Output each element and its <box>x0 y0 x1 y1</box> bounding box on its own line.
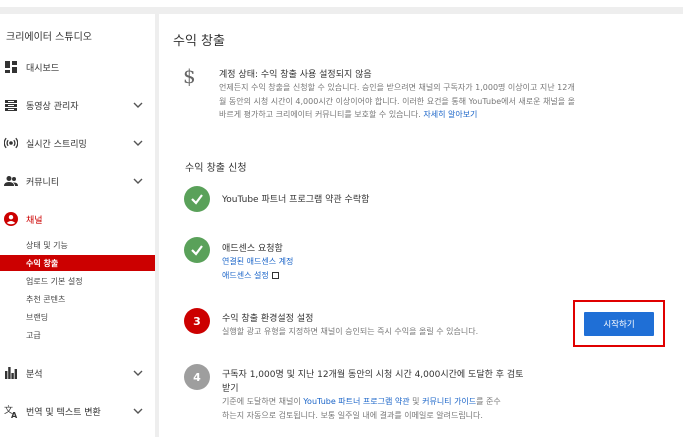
step-3-number: 3 <box>184 308 210 334</box>
sidebar-subitem-status[interactable]: 상태 및 기능 <box>0 237 155 253</box>
community-icon <box>3 173 19 189</box>
chevron-down-icon <box>133 408 143 414</box>
step-4-description-line-1: 기준에 도달하면 채널이 YouTube 파트너 프로그램 약관 및 커뮤니티 … <box>222 396 501 407</box>
dashboard-icon <box>3 59 19 75</box>
step-2-check-icon <box>184 237 210 263</box>
sidebar-subitem-label: 수익 창출 <box>26 258 59 268</box>
live-streaming-icon <box>3 135 19 151</box>
translate-icon: 文A <box>3 403 19 419</box>
sidebar-item-channel[interactable]: 채널 <box>0 208 155 230</box>
sidebar-subitem-label: 추천 콘텐츠 <box>26 294 66 304</box>
external-link-icon <box>271 272 279 279</box>
step-1-check-icon <box>184 186 210 212</box>
sidebar-item-label: 번역 및 텍스트 변환 <box>26 407 101 418</box>
step-4-description-line-2: 하는지 자동으로 검토됩니다. 보통 일주일 내에 결과를 이메일로 알려드립니… <box>222 411 483 420</box>
sidebar-subitem-branding[interactable]: 브랜딩 <box>0 309 155 325</box>
adsense-settings-label: 애드센스 설정 <box>222 271 269 280</box>
apply-section-title: 수익 창출 신청 <box>185 163 247 174</box>
studio-title: 크리에이터 스튜디오 <box>6 32 92 43</box>
page-title: 수익 창출 <box>173 34 225 49</box>
account-status-text: 언제든지 수익 창출을 신청할 수 있습니다. 승인을 받으려면 채널의 구독자… <box>219 83 575 119</box>
sidebar-subitem-upload-defaults[interactable]: 업로드 기본 설정 <box>0 273 155 289</box>
step-1-title: YouTube 파트너 프로그램 약관 수락함 <box>222 195 370 205</box>
analytics-icon <box>3 365 19 381</box>
dollar-icon: $ <box>183 64 196 88</box>
sidebar-subitem-label: 업로드 기본 설정 <box>26 276 83 286</box>
adsense-settings-link[interactable]: 애드센스 설정 <box>222 270 279 281</box>
channel-icon <box>3 211 19 227</box>
sidebar-item-label: 채널 <box>26 215 43 226</box>
step-4-title-line-2: 받기 <box>222 384 239 394</box>
sidebar-item-translations[interactable]: 文A 번역 및 텍스트 변환 <box>0 400 155 422</box>
sidebar-item-dashboard[interactable]: 대시보드 <box>0 56 155 78</box>
step-4-desc-text: 및 <box>409 397 423 406</box>
sidebar-subitem-monetization[interactable]: 수익 창출 <box>0 255 155 271</box>
sidebar-subitem-advanced[interactable]: 고급 <box>0 327 155 343</box>
sidebar-item-video-manager[interactable]: 동영상 관리자 <box>0 94 155 116</box>
partner-program-terms-link[interactable]: YouTube 파트너 프로그램 약관 <box>303 397 409 406</box>
learn-more-link[interactable]: 자세히 알아보기 <box>423 110 477 119</box>
svg-text:A: A <box>11 411 18 418</box>
chevron-down-icon <box>133 140 143 146</box>
video-manager-icon <box>3 97 19 113</box>
chevron-down-icon <box>133 178 143 184</box>
sidebar-item-label: 분석 <box>26 369 43 380</box>
sidebar-item-label: 커뮤니티 <box>26 177 60 188</box>
step-4-desc-text: 기준에 도달하면 채널이 <box>222 397 304 406</box>
step-3-title: 수익 창출 환경설정 설정 <box>222 314 314 324</box>
sidebar-subitem-label: 브랜딩 <box>26 312 49 322</box>
chevron-down-icon <box>133 370 143 376</box>
sidebar: 크리에이터 스튜디오 대시보드 동영상 관리자 실시간 스트리밍 커뮤니티 채널 <box>0 14 155 437</box>
chevron-down-icon <box>133 102 143 108</box>
account-status-title: 계정 상태: 수익 창출 사용 설정되지 않음 <box>219 70 372 80</box>
sidebar-item-live-streaming[interactable]: 실시간 스트리밍 <box>0 132 155 154</box>
step-4-desc-text: 를 준수 <box>476 397 501 406</box>
sidebar-item-community[interactable]: 커뮤니티 <box>0 170 155 192</box>
community-guidelines-link[interactable]: 커뮤니티 가이드 <box>422 397 476 406</box>
sidebar-subitem-featured-content[interactable]: 추천 콘텐츠 <box>0 291 155 307</box>
start-button[interactable]: 시작하기 <box>584 312 654 336</box>
step-2-title: 애드센스 요청함 <box>222 244 283 254</box>
sidebar-item-label: 실시간 스트리밍 <box>26 139 87 150</box>
top-strip <box>0 0 683 7</box>
main-panel: 수익 창출 $ 계정 상태: 수익 창출 사용 설정되지 않음 언제든지 수익 … <box>159 14 683 437</box>
sidebar-item-label: 대시보드 <box>26 63 60 74</box>
step-4-title-line-1: 구독자 1,000명 및 지난 12개월 동안의 시청 시간 4,000시간에 … <box>222 370 524 380</box>
sidebar-item-analytics[interactable]: 분석 <box>0 362 155 384</box>
step-4-number: 4 <box>184 364 210 390</box>
sidebar-item-label: 동영상 관리자 <box>26 101 79 112</box>
sidebar-subitem-label: 상태 및 기능 <box>26 240 68 250</box>
linked-adsense-account-link[interactable]: 연결된 애드센스 계정 <box>222 256 293 267</box>
sidebar-subitem-label: 고급 <box>26 330 41 340</box>
account-status-description: 언제든지 수익 창출을 신청할 수 있습니다. 승인을 받으려면 채널의 구독자… <box>219 81 579 122</box>
step-3-description: 실행할 광고 유형을 지정하면 채널이 승인되는 즉시 수익을 올릴 수 있습니… <box>222 327 479 336</box>
